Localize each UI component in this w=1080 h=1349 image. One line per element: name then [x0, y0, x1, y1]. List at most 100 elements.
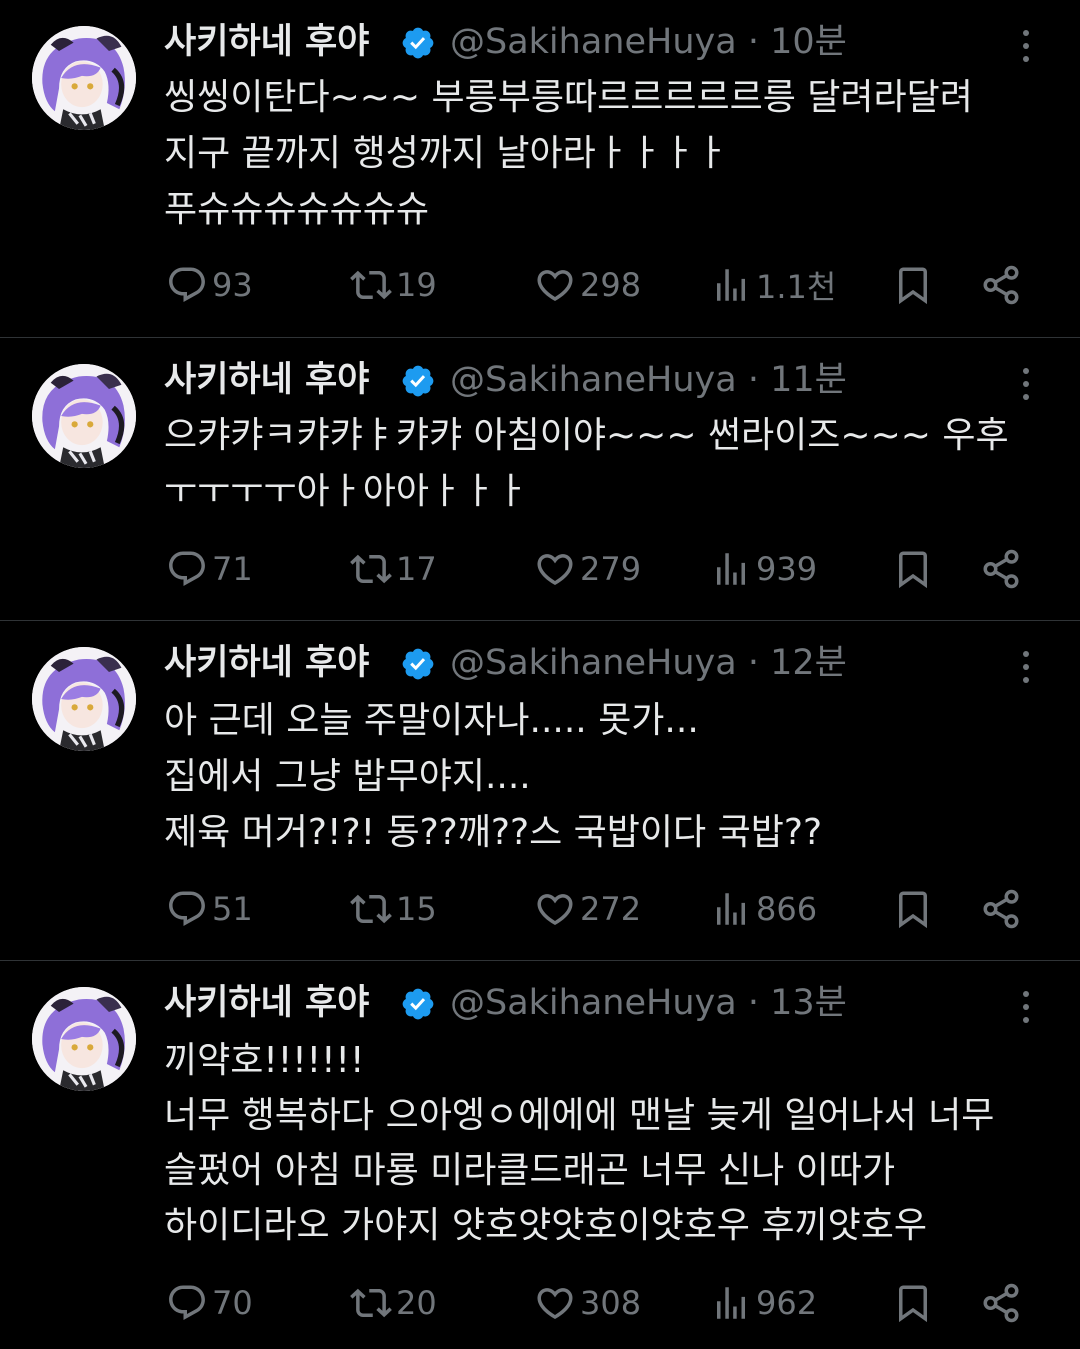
- more-icon[interactable]: [1010, 362, 1042, 406]
- avatar[interactable]: [32, 647, 136, 751]
- tweet-text-line: 으캬캬ㅋ캬캬ㅑ캬캬 아침이야~~~ 썬라이즈~~~ 우후: [164, 415, 1009, 456]
- avatar[interactable]: [32, 364, 136, 468]
- like-icon: [534, 264, 576, 306]
- share-button[interactable]: [980, 260, 1022, 310]
- retweet-count: 17: [396, 550, 437, 588]
- tweet-text-line: 씽씽이탄다~~~ 부릉부릉따르르르르르릉 달려라달려: [164, 77, 973, 118]
- reply-icon: [166, 264, 208, 306]
- timestamp[interactable]: · 12분: [748, 643, 847, 683]
- reply-button[interactable]: 71: [166, 544, 253, 594]
- bookmark-icon: [892, 264, 934, 306]
- handle-and-time[interactable]: @SakihaneHuya · 11분: [450, 358, 847, 402]
- reply-count: 71: [212, 550, 253, 588]
- reply-button[interactable]: 70: [166, 1278, 253, 1328]
- retweet-icon: [350, 888, 392, 930]
- share-icon: [980, 264, 1022, 306]
- tweet-text-line: 끼약호!!!!!!!: [164, 1040, 365, 1081]
- retweet-button[interactable]: 15: [350, 884, 437, 934]
- tweet[interactable]: 사키하네 후야 @SakihaneHuya · 11분 으캬캬ㅋ캬캬ㅑ캬캬 아침…: [0, 338, 1080, 620]
- retweet-button[interactable]: 19: [350, 260, 437, 310]
- reply-icon: [166, 1282, 208, 1324]
- avatar[interactable]: [32, 26, 136, 130]
- like-button[interactable]: 298: [534, 260, 641, 310]
- avatar[interactable]: [32, 987, 136, 1091]
- tweet-text-line: 너무 행복하다 으아엥ㅇ에에에 맨날 늦게 일어나서 너무: [164, 1095, 995, 1136]
- retweet-count: 20: [396, 1284, 437, 1322]
- views-icon: [710, 888, 752, 930]
- retweet-icon: [350, 264, 392, 306]
- views-button[interactable]: 939: [710, 544, 817, 594]
- more-icon[interactable]: [1010, 985, 1042, 1029]
- retweet-count: 15: [396, 890, 437, 928]
- bookmark-button[interactable]: [892, 544, 934, 594]
- retweet-icon: [350, 1282, 392, 1324]
- bookmark-button[interactable]: [892, 884, 934, 934]
- share-button[interactable]: [980, 884, 1022, 934]
- tweet-text-line: 아 근데 오늘 주말이자나..... 못가...: [164, 700, 699, 741]
- verified-badge-icon: [400, 646, 436, 682]
- more-icon[interactable]: [1010, 645, 1042, 689]
- reply-count: 70: [212, 1284, 253, 1322]
- bookmark-icon: [892, 888, 934, 930]
- share-button[interactable]: [980, 1278, 1022, 1328]
- display-name[interactable]: 사키하네 후야: [164, 641, 369, 685]
- share-button[interactable]: [980, 544, 1022, 594]
- timestamp[interactable]: · 10분: [748, 22, 847, 62]
- share-icon: [980, 888, 1022, 930]
- reply-icon: [166, 888, 208, 930]
- reply-button[interactable]: 51: [166, 884, 253, 934]
- reply-button[interactable]: 93: [166, 260, 253, 310]
- like-count: 298: [580, 266, 642, 304]
- verified-badge-icon: [400, 363, 436, 399]
- views-count: 1.1천: [756, 268, 837, 306]
- views-count: 962: [756, 1284, 818, 1322]
- bookmark-button[interactable]: [892, 1278, 934, 1328]
- views-button[interactable]: 1.1천: [710, 260, 836, 310]
- verified-badge-icon: [400, 986, 436, 1022]
- handle-and-time[interactable]: @SakihaneHuya · 12분: [450, 641, 847, 685]
- views-count: 939: [756, 550, 818, 588]
- handle[interactable]: @SakihaneHuya: [450, 983, 737, 1023]
- handle-and-time[interactable]: @SakihaneHuya · 10분: [450, 20, 847, 64]
- display-name[interactable]: 사키하네 후야: [164, 358, 369, 402]
- like-count: 279: [580, 550, 642, 588]
- more-icon[interactable]: [1010, 24, 1042, 68]
- verified-badge-icon: [400, 25, 436, 61]
- retweet-count: 19: [396, 266, 437, 304]
- retweet-button[interactable]: 20: [350, 1278, 437, 1328]
- reply-icon: [166, 548, 208, 590]
- display-name[interactable]: 사키하네 후야: [164, 20, 369, 64]
- bookmark-icon: [892, 1282, 934, 1324]
- handle[interactable]: @SakihaneHuya: [450, 22, 737, 62]
- reply-count: 51: [212, 890, 253, 928]
- tweet-text-line: ㅜㅜㅜㅜ아ㅏ아아ㅏㅏㅏ: [164, 471, 529, 512]
- retweet-icon: [350, 548, 392, 590]
- tweet-text-line: 푸슈슈슈슈슈슈슈: [164, 189, 429, 230]
- tweet[interactable]: 사키하네 후야 @SakihaneHuya · 13분 끼약호!!!!!!! 너…: [0, 961, 1080, 1349]
- timestamp[interactable]: · 11분: [748, 360, 847, 400]
- reply-count: 93: [212, 266, 253, 304]
- display-name[interactable]: 사키하네 후야: [164, 981, 369, 1025]
- tweet[interactable]: 사키하네 후야 @SakihaneHuya · 12분 아 근데 오늘 주말이자…: [0, 621, 1080, 960]
- like-button[interactable]: 308: [534, 1278, 641, 1328]
- views-button[interactable]: 962: [710, 1278, 817, 1328]
- views-icon: [710, 548, 752, 590]
- like-icon: [534, 888, 576, 930]
- bookmark-button[interactable]: [892, 260, 934, 310]
- handle[interactable]: @SakihaneHuya: [450, 643, 737, 683]
- tweet-text-line: 하이디라오 가야지 얏호얏얏호이얏호우 후끼얏호우: [164, 1205, 927, 1246]
- timestamp[interactable]: · 13분: [748, 983, 847, 1023]
- handle[interactable]: @SakihaneHuya: [450, 360, 737, 400]
- bookmark-icon: [892, 548, 934, 590]
- like-count: 272: [580, 890, 642, 928]
- handle-and-time[interactable]: @SakihaneHuya · 13분: [450, 981, 847, 1025]
- like-button[interactable]: 279: [534, 544, 641, 594]
- views-count: 866: [756, 890, 818, 928]
- retweet-button[interactable]: 17: [350, 544, 437, 594]
- views-button[interactable]: 866: [710, 884, 817, 934]
- views-icon: [710, 264, 752, 306]
- like-icon: [534, 1282, 576, 1324]
- like-button[interactable]: 272: [534, 884, 641, 934]
- like-icon: [534, 548, 576, 590]
- tweet[interactable]: 사키하네 후야 @SakihaneHuya · 10분 씽씽이탄다~~~ 부릉부…: [0, 0, 1080, 337]
